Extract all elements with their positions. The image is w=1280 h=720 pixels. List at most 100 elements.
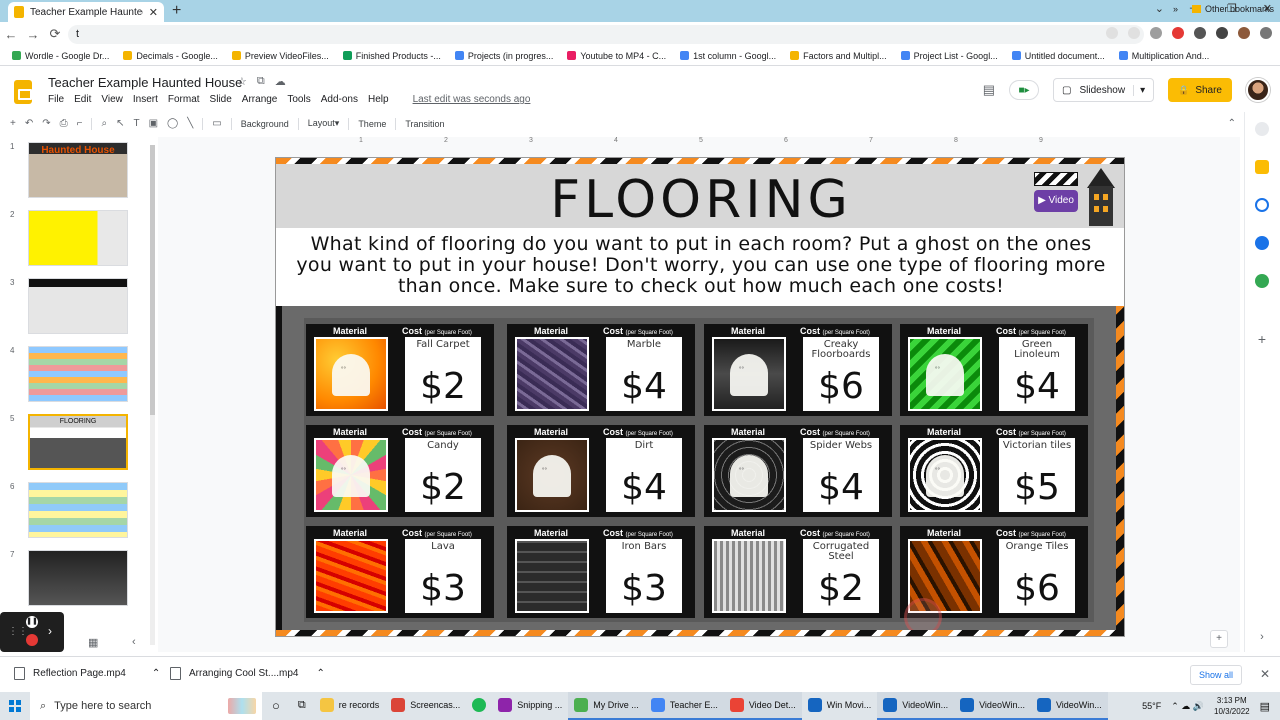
taskbar-app[interactable]: Snipping ... (492, 692, 568, 720)
new-slide-icon[interactable]: + (10, 118, 16, 129)
redo-icon[interactable]: ↷ (42, 118, 50, 129)
material-swatch-fall[interactable] (314, 337, 388, 411)
clock[interactable]: 3:13 PM 10/3/2022 (1214, 695, 1250, 717)
taskbar-app[interactable]: VideoWin... (954, 692, 1031, 720)
taskbar-app[interactable]: Win Movi... (802, 692, 878, 720)
taskbar-app[interactable]: My Drive ... (568, 692, 645, 720)
taskbar-app[interactable]: re records (314, 692, 386, 720)
material-swatch-spider[interactable] (712, 438, 786, 512)
taskbar-search[interactable]: ⌕ Type here to search (30, 692, 262, 720)
flooring-card[interactable]: MaterialCost (per Square Foot)Victorian … (900, 425, 1088, 517)
stop-recording-icon[interactable] (26, 634, 38, 646)
flooring-card[interactable]: Material Cost (per Square Foot) Corrugated… (704, 526, 892, 618)
material-swatch-iron[interactable] (515, 539, 589, 613)
slide-thumbnail[interactable] (28, 346, 128, 402)
puzzle-icon[interactable] (1194, 27, 1206, 39)
material-swatch-creaky[interactable] (712, 337, 786, 411)
filmstrip-slide-2[interactable]: 2 (10, 210, 128, 266)
slide-thumbnail[interactable] (28, 210, 128, 266)
slideshow-button[interactable]: ▢ Slideshow ▾ (1053, 78, 1155, 102)
ghost-icon[interactable] (730, 455, 768, 497)
flooring-card[interactable]: MaterialCost (per Square Foot)Spider Web… (704, 425, 892, 517)
download-item[interactable]: Reflection Page.mp4 ⌃ (14, 667, 160, 680)
bookmark-item[interactable]: Project List - Googl... (900, 51, 998, 61)
material-swatch-candy[interactable] (314, 438, 388, 512)
show-side-panel-icon[interactable]: › (1255, 630, 1269, 644)
material-swatch-green[interactable] (908, 337, 982, 411)
flooring-card[interactable]: Material Cost (per Square Foot) Dirt $4 (507, 425, 695, 517)
extension-icon[interactable] (1150, 27, 1162, 39)
filmstrip-slide-5[interactable]: 5 FLOORING (10, 414, 128, 470)
background-button[interactable]: Background (241, 119, 289, 129)
paint-format-icon[interactable]: ⌐ (77, 118, 83, 129)
theme-button[interactable]: Theme (358, 119, 386, 129)
taskbar-app[interactable] (466, 692, 492, 720)
bookmark-item[interactable]: Wordle - Google Dr... (12, 51, 109, 61)
download-menu-icon[interactable]: ⌃ (152, 668, 160, 679)
task-view-icon[interactable]: ⧉ (290, 692, 314, 720)
bookmark-item[interactable]: 1st column - Googl... (680, 51, 776, 61)
bookmark-item[interactable]: Projects (in progres... (454, 51, 553, 61)
bookmark-item[interactable]: Youtube to MP4 - C... (567, 51, 666, 61)
menu-insert[interactable]: Insert (133, 94, 158, 105)
other-bookmarks[interactable]: » Other bookmarks (1173, 4, 1274, 14)
contacts-icon[interactable] (1255, 236, 1269, 250)
slide-thumbnail[interactable] (28, 482, 128, 538)
menu-arrange[interactable]: Arrange (242, 94, 278, 105)
reload-button[interactable]: ⟳ (44, 26, 66, 42)
menu-slide[interactable]: Slide (210, 94, 232, 105)
show-all-downloads-button[interactable]: Show all (1189, 665, 1242, 685)
flooring-card[interactable]: Material Cost (per Square Foot) Marble $4 (507, 324, 695, 416)
material-swatch-dirt[interactable] (515, 438, 589, 512)
video-link[interactable]: ▶ Video (1034, 168, 1080, 220)
weather-temp[interactable]: 55°F (1142, 701, 1161, 711)
menu-view[interactable]: View (101, 94, 123, 105)
get-addons-icon[interactable]: + (1255, 332, 1269, 346)
download-menu-icon[interactable]: ⌃ (317, 668, 325, 679)
zoom-icon[interactable]: ⌕ (101, 118, 107, 129)
share-button[interactable]: 🔒 Share (1168, 78, 1232, 102)
move-icon[interactable]: ⧉ (257, 75, 265, 88)
more-bookmarks-icon[interactable]: » (1173, 4, 1178, 14)
undo-icon[interactable]: ↶ (25, 118, 33, 129)
slideshow-dropdown-icon[interactable]: ▾ (1133, 84, 1145, 96)
line-icon[interactable]: ╲ (187, 118, 193, 129)
filmstrip-slide-1[interactable]: 1 Haunted House (10, 142, 128, 198)
back-button[interactable]: ← (0, 27, 22, 42)
ghost-icon[interactable] (332, 455, 370, 497)
taskbar-app[interactable]: Teacher E... (644, 692, 724, 720)
shape-icon[interactable]: ◯ (167, 118, 178, 129)
filmstrip-slide-6[interactable]: 6 (10, 482, 128, 538)
ghost-icon[interactable] (332, 354, 370, 396)
share-page-icon[interactable] (1106, 27, 1118, 39)
ghost-icon[interactable] (533, 455, 571, 497)
slide-thumbnail[interactable] (28, 278, 128, 334)
filmstrip-slide-4[interactable]: 4 (10, 346, 128, 402)
meet-button[interactable]: ■▸ (1009, 80, 1040, 100)
download-item[interactable]: Arranging Cool St....mp4 ⌃ (170, 667, 325, 680)
slide-thumbnail[interactable] (28, 550, 128, 606)
grid-view-icon[interactable]: ▦ (88, 636, 98, 649)
collapse-menus-icon[interactable]: ⌃ (1228, 118, 1236, 129)
explore-icon[interactable]: + (1210, 630, 1228, 648)
calendar-icon[interactable] (1255, 122, 1269, 136)
slide-thumbnail[interactable]: FLOORING (28, 414, 128, 470)
slides-logo-icon[interactable] (14, 80, 32, 104)
bookmark-item[interactable]: Decimals - Google... (123, 51, 218, 61)
image-icon[interactable]: ▣ (149, 118, 158, 129)
flooring-card[interactable]: MaterialCost (per Square Foot)Creaky Flo… (704, 324, 892, 416)
select-icon[interactable]: ↖ (116, 118, 124, 129)
account-avatar[interactable] (1246, 78, 1270, 102)
pause-recording-icon[interactable]: ❚❚ (26, 616, 38, 628)
notifications-icon[interactable]: ▤ (1260, 700, 1270, 713)
bookmark-item[interactable]: Factors and Multipl... (790, 51, 887, 61)
print-icon[interactable]: ⎙ (60, 118, 68, 129)
new-tab-button[interactable]: + (172, 2, 181, 20)
menu-edit[interactable]: Edit (74, 94, 91, 105)
document-title[interactable]: Teacher Example Haunted House (48, 75, 242, 90)
layout-button[interactable]: Layout▾ (308, 118, 340, 129)
slide-thumbnail[interactable]: Haunted House (28, 142, 128, 198)
menu-tools[interactable]: Tools (287, 94, 310, 105)
tray-icons[interactable]: ⌃ ☁ 🔊 (1171, 701, 1204, 712)
material-swatch-steel[interactable] (712, 539, 786, 613)
